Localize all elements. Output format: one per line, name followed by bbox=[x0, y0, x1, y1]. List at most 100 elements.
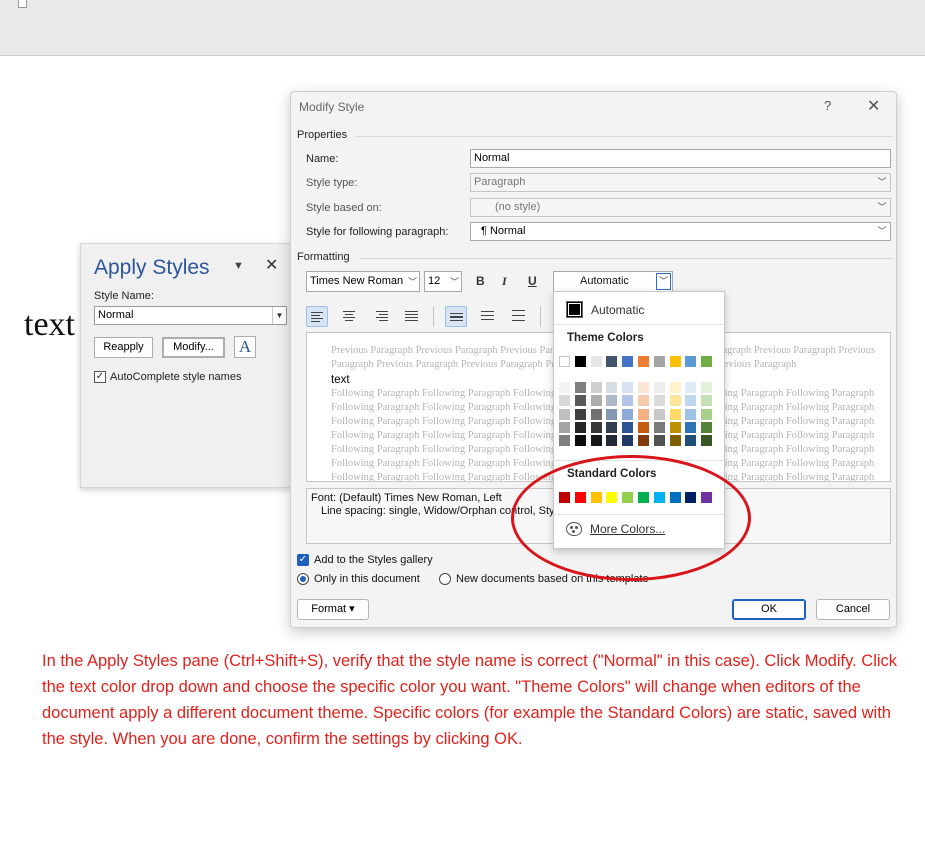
format-button[interactable]: Format ▾ bbox=[297, 599, 369, 620]
theme-shade-swatch[interactable] bbox=[669, 395, 681, 407]
font-color-select[interactable]: Automatic ﹀ bbox=[553, 271, 673, 292]
standard-color-swatch[interactable] bbox=[606, 492, 618, 503]
add-to-gallery-checkbox[interactable]: ✓ Add to the Styles gallery bbox=[297, 554, 433, 566]
theme-shade-swatch[interactable] bbox=[685, 435, 697, 447]
theme-color-swatch[interactable] bbox=[590, 356, 602, 367]
theme-shade-swatch[interactable] bbox=[622, 395, 634, 407]
standard-color-swatch[interactable] bbox=[559, 492, 570, 503]
standard-color-swatch[interactable] bbox=[638, 492, 649, 503]
based-on-select[interactable]: (no style) ﹀ bbox=[470, 198, 891, 217]
theme-shade-swatch[interactable] bbox=[701, 382, 713, 393]
theme-shade-swatch[interactable] bbox=[669, 435, 681, 447]
size-select[interactable]: 12 ﹀ bbox=[424, 271, 462, 292]
theme-shade-swatch[interactable] bbox=[559, 421, 570, 433]
reapply-button[interactable]: Reapply bbox=[94, 337, 153, 358]
italic-button[interactable]: I bbox=[502, 274, 507, 289]
theme-shade-swatch[interactable] bbox=[590, 421, 602, 433]
theme-shade-swatch[interactable] bbox=[669, 421, 681, 433]
theme-shade-swatch[interactable] bbox=[701, 421, 713, 433]
standard-color-swatch[interactable] bbox=[622, 492, 634, 503]
theme-shade-swatch[interactable] bbox=[606, 395, 618, 407]
combo-dropdown-arrow-icon[interactable]: ▼ bbox=[272, 307, 286, 324]
align-center-button[interactable] bbox=[338, 306, 360, 327]
font-select[interactable]: Times New Roman ﹀ bbox=[306, 271, 420, 292]
justify-button[interactable] bbox=[401, 306, 423, 327]
theme-shade-swatch[interactable] bbox=[638, 395, 649, 407]
theme-shade-swatch[interactable] bbox=[622, 382, 634, 393]
theme-shade-swatch[interactable] bbox=[559, 408, 570, 420]
checkbox-icon[interactable]: ✓ bbox=[94, 371, 106, 383]
theme-shade-swatch[interactable] bbox=[590, 435, 602, 447]
only-this-doc-radio[interactable]: Only in this document bbox=[297, 573, 420, 585]
theme-shade-swatch[interactable] bbox=[669, 382, 681, 393]
align-left-button[interactable] bbox=[306, 306, 328, 327]
theme-shade-swatch[interactable] bbox=[669, 408, 681, 420]
pane-options-chevron-icon[interactable]: ▼ bbox=[233, 260, 244, 272]
theme-shade-swatch[interactable] bbox=[574, 408, 586, 420]
theme-color-swatch[interactable] bbox=[622, 356, 634, 367]
theme-shade-swatch[interactable] bbox=[638, 408, 649, 420]
theme-shade-swatch[interactable] bbox=[638, 435, 649, 447]
theme-shade-swatch[interactable] bbox=[574, 395, 586, 407]
theme-shade-swatch[interactable] bbox=[653, 395, 665, 407]
theme-shade-swatch[interactable] bbox=[653, 382, 665, 393]
theme-shade-swatch[interactable] bbox=[653, 421, 665, 433]
color-dropdown-arrow-icon[interactable]: ﹀ bbox=[656, 273, 671, 290]
double-spacing-button[interactable] bbox=[508, 306, 530, 327]
theme-color-swatch[interactable] bbox=[701, 356, 713, 367]
theme-color-swatch[interactable] bbox=[574, 356, 586, 367]
theme-shade-swatch[interactable] bbox=[701, 408, 713, 420]
theme-shade-swatch[interactable] bbox=[701, 435, 713, 447]
standard-color-swatch[interactable] bbox=[669, 492, 681, 503]
theme-shade-swatch[interactable] bbox=[638, 421, 649, 433]
theme-shade-swatch[interactable] bbox=[638, 382, 649, 393]
theme-shade-swatch[interactable] bbox=[622, 435, 634, 447]
theme-shade-swatch[interactable] bbox=[701, 395, 713, 407]
theme-shade-swatch[interactable] bbox=[590, 395, 602, 407]
name-field[interactable]: Normal bbox=[470, 149, 891, 168]
one-half-spacing-button[interactable] bbox=[477, 306, 499, 327]
help-icon[interactable]: ? bbox=[824, 98, 831, 113]
theme-shade-swatch[interactable] bbox=[574, 421, 586, 433]
close-icon[interactable]: ✕ bbox=[867, 96, 880, 116]
checkbox-checked-icon[interactable]: ✓ bbox=[297, 554, 309, 566]
theme-color-swatch[interactable] bbox=[653, 356, 665, 367]
radio-icon[interactable] bbox=[439, 573, 451, 585]
standard-color-swatch[interactable] bbox=[574, 492, 586, 503]
standard-color-swatch[interactable] bbox=[685, 492, 697, 503]
theme-color-swatch[interactable] bbox=[606, 356, 618, 367]
theme-shade-swatch[interactable] bbox=[574, 435, 586, 447]
pane-close-icon[interactable]: ✕ bbox=[265, 255, 278, 275]
theme-shade-swatch[interactable] bbox=[606, 421, 618, 433]
theme-shade-swatch[interactable] bbox=[685, 395, 697, 407]
theme-shade-swatch[interactable] bbox=[574, 382, 586, 393]
standard-color-swatch[interactable] bbox=[653, 492, 665, 503]
automatic-color-option[interactable]: Automatic bbox=[566, 301, 644, 318]
following-select[interactable]: ¶ Normal ﹀ bbox=[470, 222, 891, 241]
autocomplete-checkbox-row[interactable]: ✓ AutoComplete style names bbox=[94, 371, 241, 383]
new-docs-radio[interactable]: New documents based on this template bbox=[439, 573, 649, 585]
theme-shade-swatch[interactable] bbox=[653, 435, 665, 447]
theme-shade-swatch[interactable] bbox=[559, 395, 570, 407]
cancel-button[interactable]: Cancel bbox=[816, 599, 890, 620]
theme-shade-swatch[interactable] bbox=[653, 408, 665, 420]
align-right-button[interactable] bbox=[370, 306, 392, 327]
theme-shade-swatch[interactable] bbox=[685, 408, 697, 420]
theme-shade-swatch[interactable] bbox=[685, 382, 697, 393]
theme-color-swatch[interactable] bbox=[669, 356, 681, 367]
theme-shade-swatch[interactable] bbox=[559, 435, 570, 447]
radio-selected-icon[interactable] bbox=[297, 573, 309, 585]
theme-color-swatch[interactable] bbox=[638, 356, 649, 367]
style-name-combo[interactable]: Normal ▼ bbox=[94, 306, 287, 325]
more-colors-option[interactable]: More Colors... bbox=[566, 522, 665, 536]
theme-shade-swatch[interactable] bbox=[606, 382, 618, 393]
theme-shade-swatch[interactable] bbox=[622, 408, 634, 420]
theme-shade-swatch[interactable] bbox=[590, 408, 602, 420]
modify-button[interactable]: Modify... bbox=[162, 337, 225, 358]
style-type-select[interactable]: Paragraph ﹀ bbox=[470, 173, 891, 192]
theme-shade-swatch[interactable] bbox=[606, 435, 618, 447]
ok-button[interactable]: OK bbox=[732, 599, 806, 620]
theme-shade-swatch[interactable] bbox=[622, 421, 634, 433]
bold-button[interactable]: B bbox=[476, 274, 485, 288]
theme-shade-swatch[interactable] bbox=[685, 421, 697, 433]
